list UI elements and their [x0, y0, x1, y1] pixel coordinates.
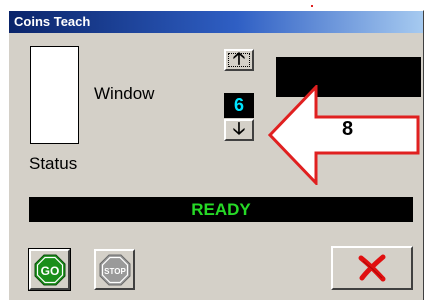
- spinner-value: 6: [224, 93, 254, 118]
- callout-number: 8: [342, 118, 354, 140]
- stop-sign-label: STOP: [104, 267, 126, 276]
- stop-button[interactable]: STOP: [94, 249, 135, 290]
- status-bar: READY: [29, 197, 413, 222]
- go-sign-icon: GO: [34, 254, 65, 285]
- red-x-icon: [358, 254, 386, 282]
- status-label: Status: [29, 154, 78, 173]
- coins-teach-window: Coins Teach Window Status 🡡 6 🡣 8 READY …: [8, 10, 424, 300]
- red-mark: [311, 5, 313, 7]
- window-label: Window: [94, 84, 155, 103]
- window-preview-box: [30, 46, 79, 144]
- spinner-down-button[interactable]: 🡣: [224, 119, 254, 141]
- arrow-down-icon: 🡣: [232, 118, 246, 138]
- stop-sign-icon: STOP: [99, 254, 130, 285]
- title-bar: Coins Teach: [9, 11, 423, 33]
- go-button[interactable]: GO: [28, 248, 71, 291]
- spinner-up-button[interactable]: 🡡: [224, 49, 254, 71]
- arrow-up-icon: 🡡: [232, 48, 246, 68]
- window-title: Coins Teach: [14, 14, 91, 29]
- cancel-button[interactable]: [331, 246, 413, 290]
- go-sign-label: GO: [40, 264, 59, 278]
